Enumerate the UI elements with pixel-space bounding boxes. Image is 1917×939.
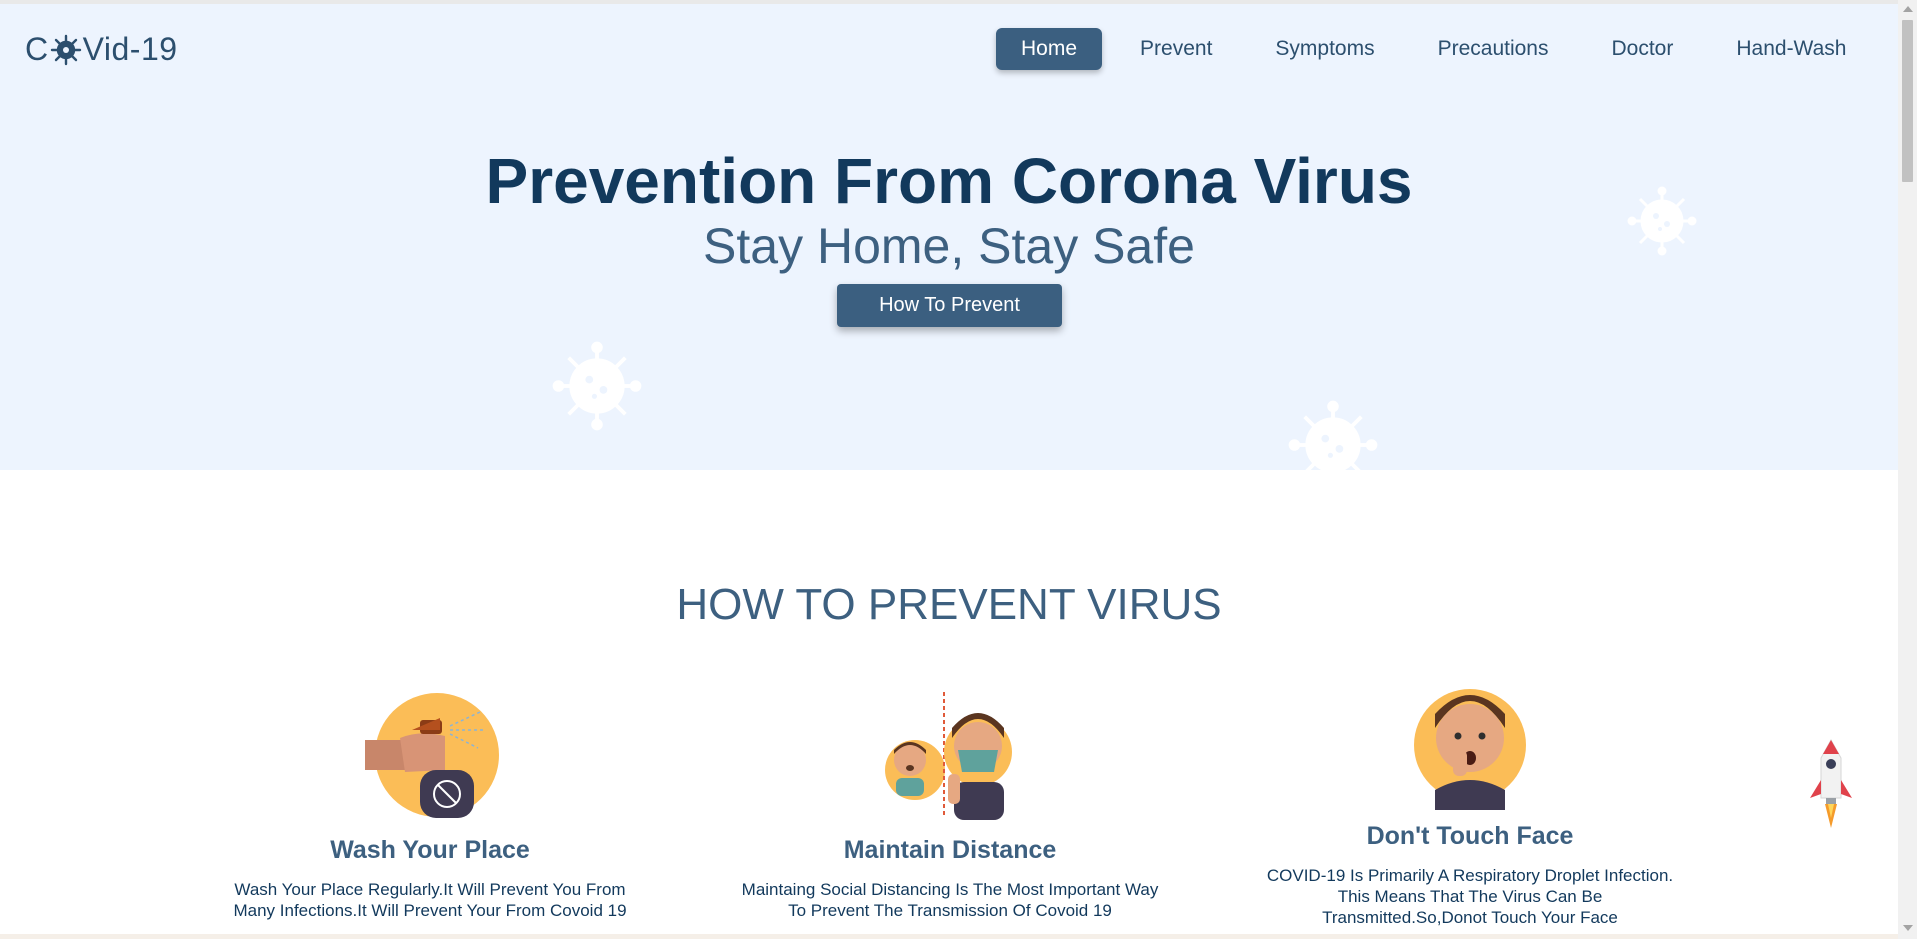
nav-home[interactable]: Home (996, 28, 1103, 70)
logo-text-suffix: Vid-19 (82, 31, 178, 67)
hero-title: Prevention From Corona Virus (485, 145, 1413, 217)
vertical-scrollbar[interactable] (1898, 0, 1917, 939)
scroll-up-arrow-icon[interactable] (1903, 6, 1913, 12)
rocket-icon[interactable] (1806, 736, 1856, 830)
nav-precautions[interactable]: Precautions (1413, 28, 1574, 70)
card-description: Maintaing Social Distancing Is The Most … (710, 879, 1190, 921)
card-text-line: COVID-19 Is Primarily A Respiratory Drop… (1266, 866, 1674, 885)
scrollbar-thumb[interactable] (1902, 20, 1913, 182)
prevent-card-face: Don't Touch Face COVID-19 Is Primarily A… (1230, 680, 1710, 928)
card-text-line: Maintaing Social Distancing Is The Most … (741, 880, 1159, 899)
nav-doctor[interactable]: Doctor (1587, 28, 1699, 70)
nav-hand-wash[interactable]: Hand-Wash (1711, 28, 1871, 70)
bottom-strip (0, 934, 1898, 939)
card-title: Don't Touch Face (1366, 822, 1574, 850)
virus-decoration-icon (552, 341, 642, 431)
card-title: Maintain Distance (843, 836, 1057, 864)
card-text-line: To Prevent The Transmission Of Covoid 19 (788, 901, 1112, 920)
card-title: Wash Your Place (330, 836, 530, 864)
card-description: COVID-19 Is Primarily A Respiratory Drop… (1230, 865, 1710, 928)
section-title: HOW TO PREVENT VIRUS (676, 580, 1222, 629)
spray-bottle-icon (365, 693, 499, 818)
nav-symptoms[interactable]: Symptoms (1250, 28, 1399, 70)
site-logo[interactable]: C Vid-19 (25, 31, 178, 68)
virus-gear-icon (50, 34, 81, 65)
card-text-line: This Means That The Virus Can Be (1337, 887, 1603, 906)
scroll-down-arrow-icon[interactable] (1903, 925, 1913, 931)
social-distance-icon (885, 692, 1012, 820)
no-touch-face-icon (1414, 689, 1526, 810)
card-text-line: Transmitted.So,Donot Touch Your Face (1322, 908, 1618, 927)
main-nav: Home Prevent Symptoms Precautions Doctor… (996, 28, 1884, 70)
prevent-card-distance: Maintain Distance Maintaing Social Dista… (710, 690, 1190, 921)
hero-subtitle: Stay Home, Stay Safe (703, 218, 1195, 274)
card-description: Wash Your Place Regularly.It Will Preven… (200, 879, 660, 921)
virus-decoration-icon (1288, 400, 1378, 470)
prevent-card-wash: Wash Your Place Wash Your Place Regularl… (200, 690, 660, 921)
logo-text-prefix: C (25, 31, 49, 67)
hero-section: C Vid-19 Home Prevent Symptoms Precautio… (0, 4, 1898, 470)
card-text-line: Many Infections.It Will Prevent Your Fro… (233, 901, 627, 920)
how-to-prevent-button[interactable]: How To Prevent (837, 284, 1062, 327)
nav-prevent[interactable]: Prevent (1115, 28, 1237, 70)
card-text-line: Wash Your Place Regularly.It Will Preven… (234, 880, 626, 899)
